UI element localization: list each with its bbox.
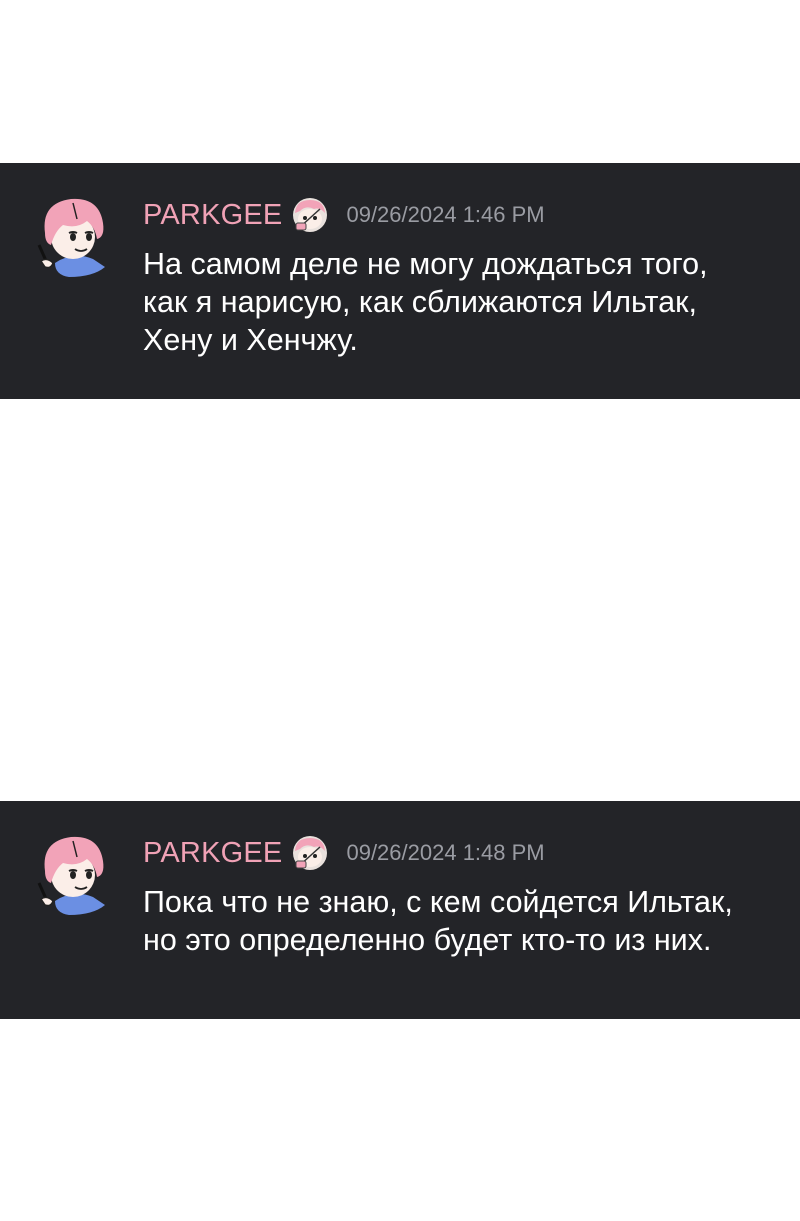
message-line: Хену и Хенчжу. <box>143 323 358 357</box>
chat-message: PARKGEE 09/26/2024 1:46 PM На самом деле… <box>0 163 800 399</box>
message-line: На самом деле не могу дождаться того, <box>143 247 708 281</box>
message-line: Пока что не знаю, с кем сойдется Ильтак, <box>143 885 733 919</box>
message-header: PARKGEE 09/26/2024 1:48 PM <box>143 836 545 870</box>
username[interactable]: PARKGEE <box>143 837 282 870</box>
profile-badge-icon <box>290 197 330 233</box>
message-line: но это определенно будет кто-то из них. <box>143 923 712 957</box>
message-text: На самом деле не могу дождаться того, ка… <box>143 245 783 359</box>
username[interactable]: PARKGEE <box>143 199 282 232</box>
timestamp: 09/26/2024 1:46 PM <box>346 202 545 227</box>
message-header: PARKGEE 09/26/2024 1:46 PM <box>143 198 545 232</box>
avatar-icon[interactable] <box>33 193 113 277</box>
profile-badge-icon <box>290 835 330 871</box>
message-line: как я нарисую, как сближаются Ильтак, <box>143 285 697 319</box>
timestamp: 09/26/2024 1:48 PM <box>346 840 545 865</box>
message-text: Пока что не знаю, с кем сойдется Ильтак,… <box>143 883 783 959</box>
avatar-icon[interactable] <box>33 831 113 915</box>
chat-message: PARKGEE 09/26/2024 1:48 PM Пока что не з… <box>0 801 800 1019</box>
